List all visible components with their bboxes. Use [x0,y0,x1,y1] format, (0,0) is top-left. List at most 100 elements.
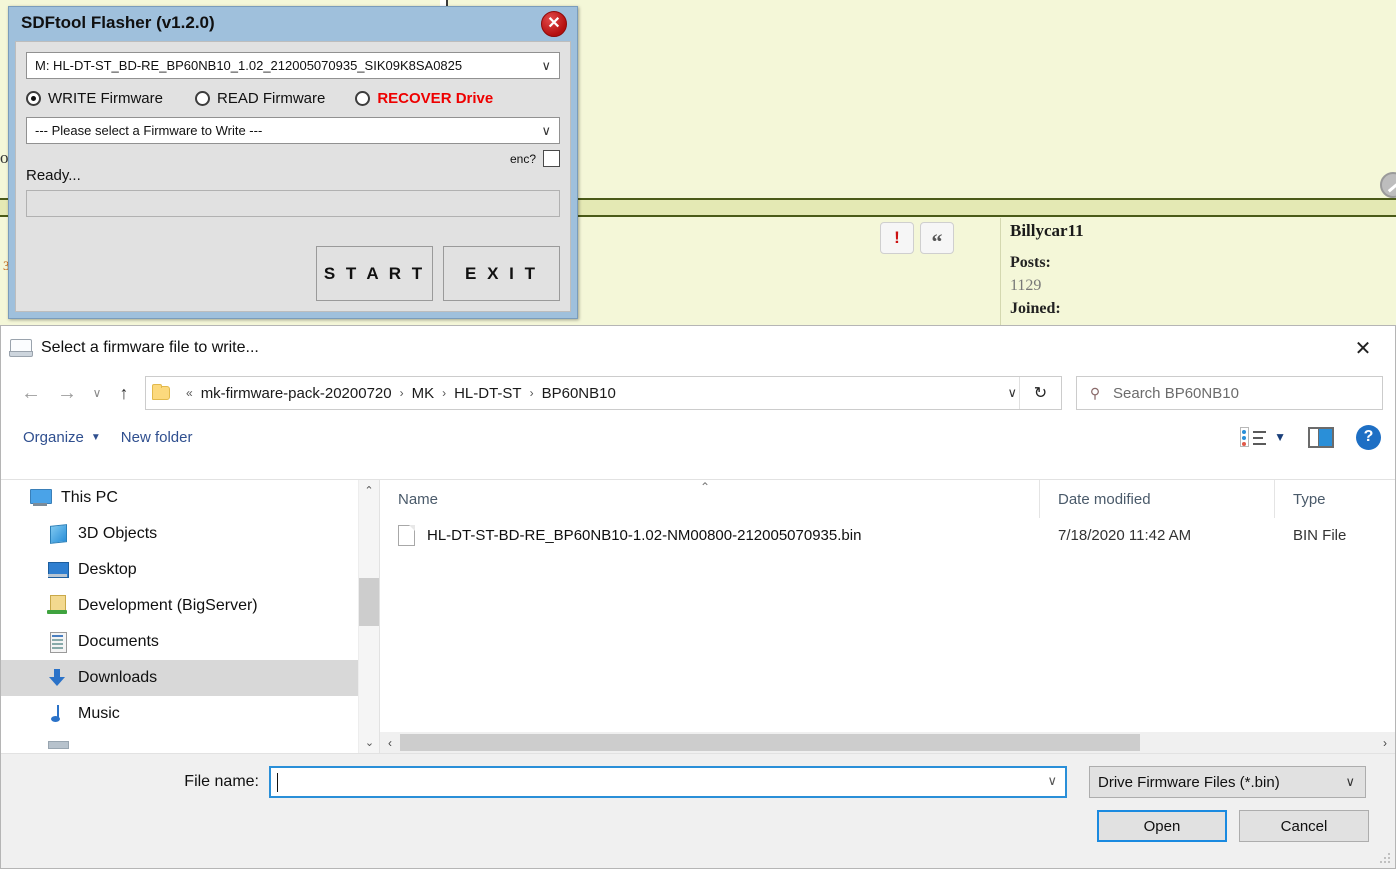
scrollbar-thumb[interactable] [400,734,1140,751]
scroll-right-icon[interactable]: › [1375,736,1395,750]
view-line [1253,437,1264,439]
sidebar-item-downloads[interactable]: Downloads [1,660,379,696]
radio-recover-drive-label: RECOVER Drive [377,90,494,107]
file-icon [398,524,415,546]
breadcrumb[interactable]: « mk-firmware-pack-20200720 › MK › HL-DT… [145,376,1062,410]
file-open-dialog[interactable]: Select a firmware file to write... ✕ ← →… [0,325,1396,869]
back-icon[interactable]: ← [13,377,49,409]
breadcrumb-separator: › [442,386,447,400]
enc-checkbox[interactable] [543,150,560,167]
report-post-icon[interactable]: ! [880,222,914,254]
table-row[interactable]: HL-DT-ST-BD-RE_BP60NB10-1.02-NM00800-212… [380,518,1395,552]
file-name-cell: HL-DT-ST-BD-RE_BP60NB10-1.02-NM00800-212… [380,524,1040,546]
new-folder-button[interactable]: New folder [111,425,203,450]
text-caret [277,772,278,792]
sidebar-item-partial[interactable] [1,732,379,753]
drive-icon [9,339,33,357]
sidebar-item-this-pc[interactable]: This PC [1,480,379,516]
radio-indicator-icon [26,91,41,106]
column-header-name[interactable]: Name ⌃ [380,480,1040,518]
file-date-cell: 7/18/2020 11:42 AM [1058,526,1192,544]
chevron-down-icon: ▼ [90,431,101,443]
help-icon[interactable]: ? [1356,424,1381,450]
view-line [1253,443,1267,445]
start-button[interactable]: S T A R T [316,246,433,301]
quote-post-icon[interactable]: “ [920,222,954,254]
recent-locations-icon[interactable]: ∨ [85,377,109,409]
sidebar-item-label: Music [78,705,120,722]
refresh-icon[interactable]: ↻ [1019,377,1061,409]
radio-write-firmware[interactable]: WRITE Firmware [26,90,163,107]
radio-read-firmware-label: READ Firmware [217,90,326,107]
forward-icon[interactable]: → [49,377,85,409]
column-header-date-modified[interactable]: Date modified [1040,480,1275,518]
view-dropdown-icon[interactable]: ▼ [1274,430,1286,444]
resize-grip[interactable] [1379,853,1391,865]
scrollbar-thumb[interactable] [359,578,379,626]
toolbar-view-controls: ▼ ? [1240,416,1381,458]
file-list-panel: Name ⌃ Date modified Type HL-DT-ST-BD-RE… [380,480,1395,753]
sidebar-item-desktop[interactable]: Desktop [1,552,379,588]
open-button[interactable]: Open [1097,810,1227,842]
sdftool-flasher-window[interactable]: SDFtool Flasher (v1.2.0) ✕ M: HL-DT-ST_B… [8,6,578,319]
organize-button[interactable]: Organize ▼ [13,425,111,450]
post-count-row: Posts: 1129 [1010,251,1084,297]
view-list-icon[interactable] [1240,427,1267,447]
sidebar-item-music[interactable]: Music [1,696,379,732]
radio-read-firmware[interactable]: READ Firmware [195,90,325,107]
exit-button[interactable]: E X I T [443,246,560,301]
up-icon[interactable]: ↑ [109,377,139,409]
breadcrumb-item-0[interactable]: mk-firmware-pack-20200720 [201,385,392,402]
close-icon[interactable]: ✕ [541,11,567,37]
filename-input[interactable]: ∨ [269,766,1067,798]
sdftool-button-row: S T A R T E X I T [316,246,560,301]
sidebar-item-label: Development (BigServer) [78,597,258,614]
sidebar-item-development[interactable]: Development (BigServer) [1,588,379,624]
file-name-text: HL-DT-ST-BD-RE_BP60NB10-1.02-NM00800-212… [427,526,862,544]
view-line [1253,431,1267,433]
drive-select-value: M: HL-DT-ST_BD-RE_BP60NB10_1.02_21200507… [35,58,463,73]
chevron-down-icon[interactable]: ∨ [1007,377,1017,409]
file-type-filter-combobox[interactable]: Drive Firmware Files (*.bin) ∨ [1089,766,1366,798]
post-action-buttons: ! “ [880,222,954,254]
scroll-down-icon[interactable]: ⌄ [359,732,379,753]
cancel-button[interactable]: Cancel [1239,810,1369,842]
sidebar-item-3d-objects[interactable]: 3D Objects [1,516,379,552]
scroll-up-icon[interactable]: ⌃ [359,480,379,501]
folder-icon [152,384,170,400]
navigation-bar: ← → ∨ ↑ « mk-firmware-pack-20200720 › MK… [1,370,1395,416]
firmware-select-value: --- Please select a Firmware to Write --… [35,123,263,138]
breadcrumb-prefix: « [186,386,193,400]
mode-radio-group: WRITE Firmware READ Firmware RECOVER Dri… [26,90,560,107]
file-list-horizontal-scrollbar[interactable]: ‹ › [380,732,1395,753]
search-input[interactable]: ⚲ Search BP60NB10 [1076,376,1383,410]
sort-ascending-icon: ⌃ [700,480,711,494]
breadcrumb-item-1[interactable]: MK [412,385,435,402]
breadcrumb-item-3[interactable]: BP60NB10 [542,385,616,402]
dialog-toolbar: Organize ▼ New folder ▼ ? [1,416,1395,458]
breadcrumb-item-2[interactable]: HL-DT-ST [454,385,522,402]
sidebar-scrollbar[interactable]: ⌃ ⌄ [358,480,379,753]
column-header-type-label: Type [1293,490,1326,508]
preview-pane-right [1319,428,1332,446]
preview-pane-icon[interactable] [1308,426,1334,448]
dialog-titlebar[interactable]: Select a firmware file to write... ✕ [1,326,1395,370]
radio-recover-drive[interactable]: RECOVER Drive [355,90,493,107]
close-icon[interactable]: ✕ [1343,334,1383,362]
radio-write-firmware-label: WRITE Firmware [48,90,163,107]
post-author-name[interactable]: Billycar11 [1010,219,1084,242]
scroll-left-icon[interactable]: ‹ [380,736,400,750]
sidebar-item-documents[interactable]: Documents [1,624,379,660]
status-text: Ready... [26,167,81,184]
cube-icon [46,523,70,545]
chevron-down-icon[interactable]: ∨ [1047,773,1057,789]
sdftool-title-text: SDFtool Flasher (v1.2.0) [21,13,215,32]
posts-label: Posts: [1010,254,1051,271]
file-type-filter-value: Drive Firmware Files (*.bin) [1098,773,1280,791]
sdftool-body: M: HL-DT-ST_BD-RE_BP60NB10_1.02_21200507… [15,41,571,312]
firmware-select-combobox[interactable]: --- Please select a Firmware to Write --… [26,117,560,144]
drive-select-combobox[interactable]: M: HL-DT-ST_BD-RE_BP60NB10_1.02_21200507… [26,52,560,79]
column-header-type[interactable]: Type [1275,480,1395,518]
sdftool-titlebar[interactable]: SDFtool Flasher (v1.2.0) ✕ [9,7,577,41]
sidebar-item-label: Documents [78,633,159,650]
